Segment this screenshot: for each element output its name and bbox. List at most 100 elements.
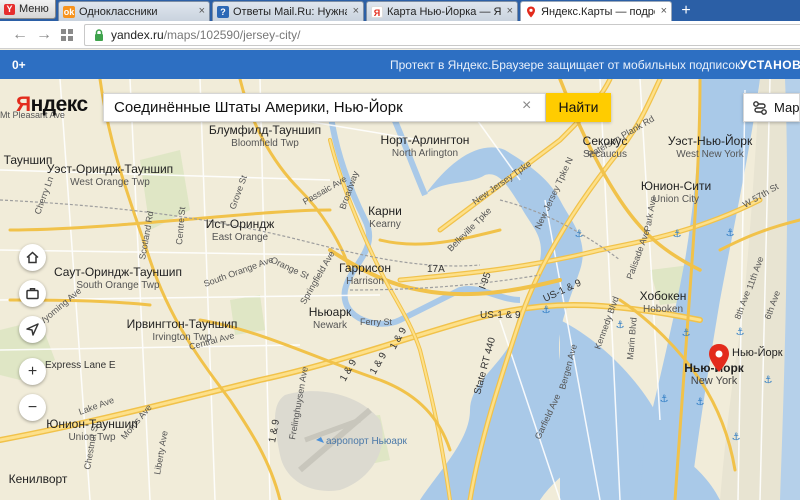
svg-text:⚓: ⚓ <box>575 229 584 240</box>
lock-icon <box>95 29 103 41</box>
svg-text:⚓: ⚓ <box>660 394 669 405</box>
tabs-grid-icon[interactable] <box>60 26 74 46</box>
svg-text:Bloomfield Twp: Bloomfield Twp <box>231 138 299 149</box>
svg-text:⚓: ⚓ <box>696 397 705 408</box>
place-harrison: Гаррисон Harrison <box>339 261 391 287</box>
svg-text:Саут-Ориндж-Тауншип: Саут-Ориндж-Тауншип <box>54 265 182 279</box>
svg-text:Юнион-Тауншип: Юнион-Тауншип <box>46 417 138 431</box>
svg-text:Юнион-Сити: Юнион-Сити <box>641 179 711 193</box>
browser-menu-button[interactable]: Y Меню <box>0 0 56 19</box>
svg-text:Карни: Карни <box>368 204 402 218</box>
place-west-new-york: Уэст-Нью-Йорк West New York <box>668 133 753 160</box>
close-icon[interactable]: × <box>353 5 359 17</box>
place-hoboken: Хобокен Hoboken <box>640 289 687 315</box>
svg-text:North Arlington: North Arlington <box>392 148 458 159</box>
tab-label: Яндекс.Карты — подробн <box>541 5 655 18</box>
svg-text:Newark: Newark <box>313 320 348 331</box>
address-bar: ← → yandex.ru/maps/102590/jersey-city/ <box>0 21 800 49</box>
svg-text:Harrison: Harrison <box>346 276 384 287</box>
svg-text:Secaucus: Secaucus <box>583 149 627 160</box>
back-arrow-icon[interactable]: ← <box>12 26 28 44</box>
tab-label: Ответы Mail.Ru: Нужна пр <box>233 5 347 18</box>
url-domain: yandex.ru <box>111 28 164 42</box>
clear-icon[interactable]: × <box>522 97 531 115</box>
home-button[interactable] <box>19 244 46 271</box>
svg-text:⚓: ⚓ <box>682 328 691 339</box>
browser-window: Y Меню ok Одноклассники × ? Ответы Mail.… <box>0 0 800 500</box>
svg-text:West New York: West New York <box>676 149 745 160</box>
tab-yandex-maps[interactable]: Яндекс.Карты — подробн × <box>520 1 672 21</box>
svg-text:Секокус: Секокус <box>583 134 628 148</box>
map-canvas[interactable]: I-78 Express Lane E US-1 & 9 US-1 & 9 I-… <box>0 79 800 500</box>
odnoklassniki-icon: ok <box>63 5 75 18</box>
close-icon[interactable]: × <box>507 5 513 17</box>
svg-text:Ньюарк: Ньюарк <box>309 305 352 319</box>
tab-label: Одноклассники <box>79 5 158 18</box>
svg-text:Гаррисон: Гаррисон <box>339 261 391 275</box>
svg-text:Union City: Union City <box>653 194 699 205</box>
new-tab-button[interactable]: + <box>676 2 696 20</box>
place-newark: Ньюарк Newark <box>309 305 352 331</box>
tab-karta-nyu-yorka[interactable]: Я Карта Нью-Йорка — Янде × <box>366 1 518 21</box>
map-svg: I-78 Express Lane E US-1 & 9 US-1 & 9 I-… <box>0 79 800 500</box>
svg-text:Ferry St: Ferry St <box>360 317 393 327</box>
svg-text:Irvington Twp: Irvington Twp <box>152 332 212 343</box>
svg-text:West Orange Twp: West Orange Twp <box>70 177 150 188</box>
logo-first-letter: Я <box>16 93 31 116</box>
house-icon <box>26 251 39 264</box>
promo-text[interactable]: Протект в Яндекс.Браузере защищает от мо… <box>390 58 740 72</box>
yandex-browser-icon: Y <box>4 3 15 15</box>
place-kenilworth: Кенилворт <box>9 472 68 486</box>
install-link[interactable]: УСТАНОВ <box>740 58 800 72</box>
svg-text:Норт-Арлингтон: Норт-Арлингтон <box>381 133 470 147</box>
search-button[interactable]: Найти <box>546 93 611 122</box>
url-input[interactable]: yandex.ru/maps/102590/jersey-city/ <box>84 24 800 46</box>
yandex-logo[interactable]: Яндекс <box>16 93 88 117</box>
airport-label: аэропорт Ньюарк <box>316 436 408 447</box>
svg-text:Нью-Йорк: Нью-Йорк <box>732 346 783 359</box>
close-icon[interactable]: × <box>661 5 667 17</box>
search-input[interactable]: Соединённые Штаты Америки, Нью-Йорк <box>103 93 546 122</box>
tab-odnoklassniki[interactable]: ok Одноклассники × <box>58 1 210 21</box>
place-partial-township: Тауншип <box>4 153 53 167</box>
svg-text:⚓: ⚓ <box>764 375 773 386</box>
svg-text:East Orange: East Orange <box>212 232 269 243</box>
routes-button[interactable]: Марш <box>743 93 800 122</box>
place-kearny: Карни Kearny <box>368 204 402 230</box>
forward-arrow-icon[interactable]: → <box>36 26 52 44</box>
svg-text:South Orange Twp: South Orange Twp <box>76 280 160 291</box>
traffic-button[interactable] <box>19 280 46 307</box>
svg-text:Тауншип: Тауншип <box>4 153 53 167</box>
svg-text:Блумфилд-Тауншип: Блумфилд-Тауншип <box>209 123 321 137</box>
place-north-arlington: Норт-Арлингтон North Arlington <box>381 133 470 159</box>
zoom-in-button[interactable]: + <box>19 358 46 385</box>
briefcase-icon <box>26 288 39 300</box>
question-icon: ? <box>217 5 229 18</box>
tab-label: Карта Нью-Йорка — Янде <box>387 5 501 18</box>
svg-text:⚓: ⚓ <box>616 320 625 331</box>
svg-text:⚓: ⚓ <box>726 228 735 239</box>
zoom-out-button[interactable]: − <box>19 394 46 421</box>
svg-text:⚓: ⚓ <box>732 432 741 443</box>
promo-banner: 0+ Протект в Яндекс.Браузере защищает от… <box>0 50 800 79</box>
svg-text:Hoboken: Hoboken <box>643 304 683 315</box>
logo-rest: ндекс <box>30 93 89 116</box>
svg-text:⚓: ⚓ <box>673 229 682 240</box>
svg-text:Хобокен: Хобокен <box>640 289 687 303</box>
svg-text:New York: New York <box>691 375 738 387</box>
arrow-icon <box>26 323 39 336</box>
promo-count: 0+ <box>12 58 26 72</box>
svg-text:Kearny: Kearny <box>369 219 401 230</box>
place-east-orange: Ист-Ориндж East Orange <box>206 217 274 243</box>
svg-text:Ист-Ориндж: Ист-Ориндж <box>206 217 274 231</box>
tab-otvety[interactable]: ? Ответы Mail.Ru: Нужна пр × <box>212 1 364 21</box>
route-icon <box>753 101 767 115</box>
locate-button[interactable] <box>19 316 46 343</box>
url-path: /maps/102590/jersey-city/ <box>163 28 301 42</box>
menu-label: Меню <box>19 3 49 15</box>
routes-label: Марш <box>774 100 800 115</box>
svg-text:Кенилворт: Кенилворт <box>9 472 68 486</box>
close-icon[interactable]: × <box>199 5 205 17</box>
map-pin-icon <box>525 6 537 18</box>
yandex-icon: Я <box>371 5 383 18</box>
